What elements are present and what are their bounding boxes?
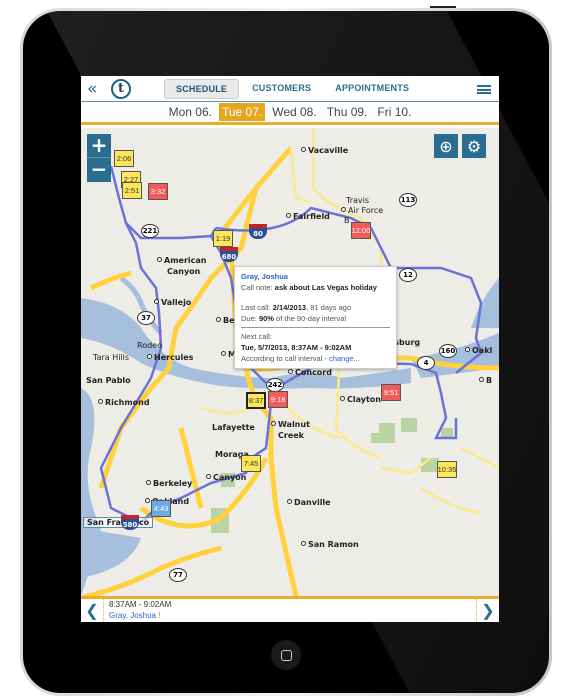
call-note: Call note: ask about Las Vegas holiday xyxy=(241,283,377,292)
appointment-marker[interactable]: 9:18 xyxy=(268,391,288,408)
home-icon xyxy=(280,649,292,661)
place-label: American xyxy=(157,256,206,265)
route-shield: 37 xyxy=(137,311,155,325)
place-label: Rodeo xyxy=(137,341,162,350)
next-call-datetime: Tue, 5/7/2013, 8:37AM - 9:02AM xyxy=(241,343,352,352)
place-label: Vallejo xyxy=(154,298,191,307)
hamburger-icon[interactable] xyxy=(477,85,491,94)
power-button xyxy=(430,6,456,8)
place-label: B xyxy=(479,376,492,385)
current-appointment[interactable]: 8:37AM - 9:02AM Gray, Joshua ! xyxy=(103,599,477,622)
appointment-marker[interactable]: 4:43 xyxy=(151,500,171,517)
prev-appointment-button[interactable]: ❮ xyxy=(81,601,103,621)
route-shield: 113 xyxy=(399,193,417,207)
change-link[interactable]: change... xyxy=(329,354,360,363)
place-label: Creek xyxy=(278,431,304,440)
place-label: Concord xyxy=(288,368,332,377)
appointment-marker[interactable]: 1:19 xyxy=(213,230,233,247)
route-shield: 242 xyxy=(266,378,284,392)
place-label: Air Force xyxy=(341,206,383,215)
route-shield: 221 xyxy=(141,224,159,238)
day-selector: Mon 06. Tue 07. Wed 08. Thu 09. Fri 10. xyxy=(81,102,499,125)
tab-schedule[interactable]: SCHEDULE xyxy=(164,78,240,99)
interval-info: According to call interval - change... xyxy=(241,354,360,363)
place-label: Hercules xyxy=(147,353,193,362)
zoom-in-button[interactable]: + xyxy=(87,134,111,158)
place-label: Lafayette xyxy=(212,423,255,432)
interstate-shield: 80 xyxy=(249,224,267,239)
next-appointment-button[interactable]: ❯ xyxy=(477,601,499,621)
home-button[interactable] xyxy=(271,640,301,670)
map-view[interactable]: + − ⊕ ⚙ Vacaville Fairfield Travis Air F… xyxy=(81,128,499,596)
tab-appointments[interactable]: APPOINTMENTS xyxy=(324,79,420,99)
appointment-marker[interactable]: 2:06 xyxy=(114,150,134,167)
locate-button[interactable]: ⊕ xyxy=(434,134,458,158)
interstate-shield: 580 xyxy=(121,515,139,530)
day-wed[interactable]: Wed 08. xyxy=(269,103,319,121)
interstate-shield: 680 xyxy=(220,247,238,262)
gear-icon: ⚙ xyxy=(466,136,482,156)
zoom-control[interactable]: + − xyxy=(87,134,111,182)
place-label: Danville xyxy=(287,498,331,507)
app-screen: « t SCHEDULE CUSTOMERS APPOINTMENTS Mon … xyxy=(81,76,499,622)
chevron-right-icon: ❯ xyxy=(481,602,495,620)
place-label: B xyxy=(344,216,350,225)
tab-customers[interactable]: CUSTOMERS xyxy=(241,79,322,99)
place-label: Clayton xyxy=(340,395,381,404)
appointment-marker[interactable]: 3:32 xyxy=(148,183,168,200)
double-chevron-left-icon[interactable]: « xyxy=(87,76,107,102)
place-label: Canyon xyxy=(167,267,201,276)
route-shield: 77 xyxy=(169,568,187,582)
place-label: Vacaville xyxy=(301,146,348,155)
day-fri[interactable]: Fri 10. xyxy=(374,103,414,121)
day-tue[interactable]: Tue 07. xyxy=(218,103,266,121)
chevron-left-icon: ❮ xyxy=(85,602,99,620)
next-call-label: Next call: xyxy=(241,332,272,341)
appointment-customer[interactable]: Gray, Joshua xyxy=(109,611,156,620)
appointment-marker[interactable]: 10:35 xyxy=(437,461,457,478)
appointment-marker-selected[interactable]: 8:37 xyxy=(246,392,266,409)
appointment-marker[interactable]: 9:51 xyxy=(381,384,401,401)
appointment-time: 8:37AM - 9:02AM xyxy=(109,600,172,609)
place-label: Berkeley xyxy=(146,479,192,488)
place-label: San Francisco xyxy=(83,517,154,528)
place-label: San Pablo xyxy=(86,376,131,385)
customer-name-link[interactable]: Gray, Joshua xyxy=(241,271,390,282)
last-call: Last call: 2/14/2013, 81 days ago xyxy=(241,303,352,312)
main-tabs: SCHEDULE CUSTOMERS APPOINTMENTS xyxy=(164,78,422,99)
place-label: Oakl xyxy=(465,346,492,355)
place-label: Fairfield xyxy=(286,212,330,221)
place-label: Canyon xyxy=(206,473,246,482)
day-mon[interactable]: Mon 06. xyxy=(166,103,215,121)
appointment-marker[interactable]: 2:51 xyxy=(122,182,142,199)
warning-flag: ! xyxy=(158,611,161,620)
appointment-marker[interactable]: 7:45 xyxy=(241,455,261,472)
water-sf xyxy=(81,528,141,578)
app-logo: t xyxy=(111,78,131,99)
route-shield: 160 xyxy=(439,344,457,358)
crosshair-icon: ⊕ xyxy=(439,136,453,156)
customer-popup: Gray, Joshua Call note: ask about Las Ve… xyxy=(234,266,397,369)
place-label: Richmond xyxy=(98,398,150,407)
top-bar: « t SCHEDULE CUSTOMERS APPOINTMENTS xyxy=(81,76,499,102)
place-label: Travis xyxy=(346,196,370,205)
zoom-out-button[interactable]: − xyxy=(87,158,111,182)
appointment-bar: ❮ 8:37AM - 9:02AM Gray, Joshua ! ❯ xyxy=(81,596,499,622)
place-label: San Ramon xyxy=(301,540,359,549)
settings-button[interactable]: ⚙ xyxy=(462,134,486,158)
appointment-marker[interactable]: 12:00 xyxy=(351,222,371,239)
route-shield: 4 xyxy=(417,356,435,370)
place-label: Tara Hills xyxy=(93,353,130,362)
day-thu[interactable]: Thu 09. xyxy=(324,103,371,121)
popup-divider xyxy=(241,327,390,328)
place-label: Walnut xyxy=(271,420,310,429)
due-info: Due: 90% of the 90-day interval xyxy=(241,314,347,323)
route-shield: 12 xyxy=(399,268,417,282)
